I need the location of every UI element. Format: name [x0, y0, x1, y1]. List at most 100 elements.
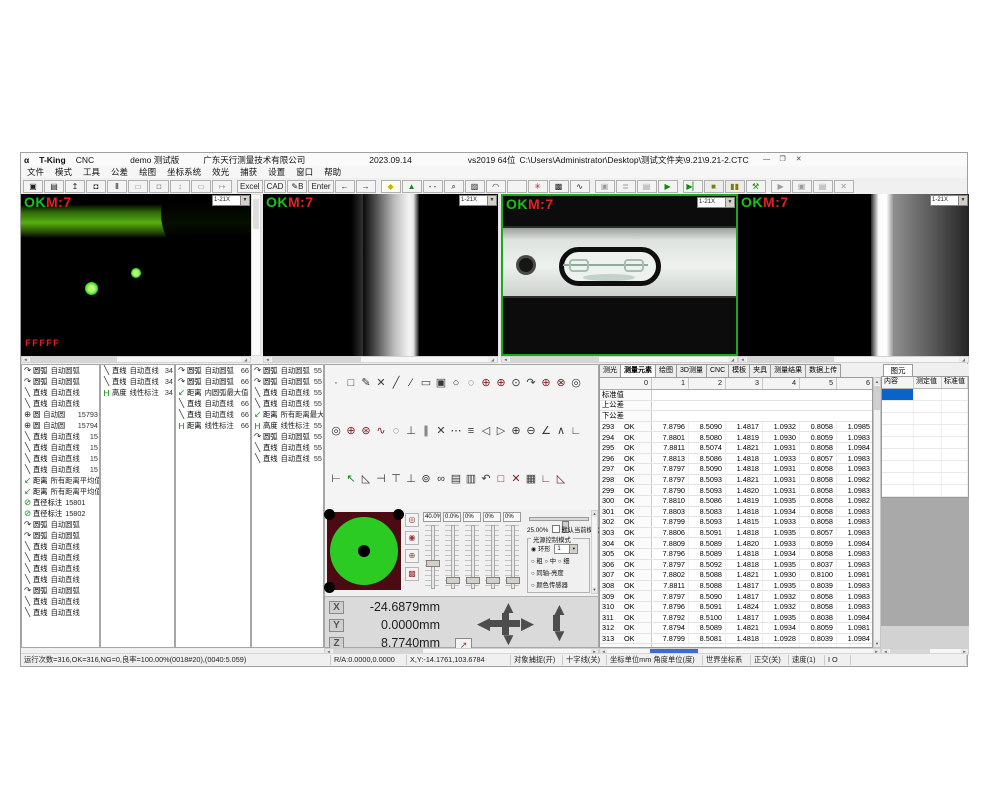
scroll-thumb[interactable] — [874, 386, 880, 410]
toolbar-button-0-6[interactable]: ◘ — [149, 180, 169, 193]
toolbar-button-2-8[interactable]: ▩ — [549, 180, 569, 193]
feature-row[interactable]: ╲直线自动直线55 — [252, 387, 323, 398]
palette-tool-icon[interactable]: ⊕ — [480, 377, 492, 390]
radio-icon[interactable]: ○ — [531, 571, 535, 577]
options-scrollbar[interactable]: ▲▼ — [591, 510, 598, 594]
palette-tool-icon[interactable]: ▥ — [465, 473, 477, 486]
menu-item-7[interactable]: 捕获 — [240, 166, 257, 178]
feature-row[interactable]: ╲直线自动直线34 — [101, 365, 174, 376]
feature-row[interactable]: ╲直线自动直线55 — [252, 453, 323, 464]
table-row[interactable]: 304OK7.88098.50891.48201.09330.80591.098… — [600, 538, 872, 549]
radio-icon[interactable]: ○ — [558, 559, 562, 565]
element-cell[interactable] — [942, 449, 968, 460]
feature-row[interactable]: ↙距离内圆弧最大值 — [176, 387, 250, 398]
palette-tool-icon[interactable]: ∕ — [405, 377, 417, 390]
feature-row[interactable]: ╲直线自动直线 — [22, 574, 99, 585]
tab-6[interactable]: 夹具 — [749, 364, 771, 377]
element-row[interactable] — [882, 473, 968, 485]
radio-icon[interactable]: ○ — [531, 583, 535, 589]
feature-row[interactable]: ↷圆弧自动圆弧 — [22, 376, 99, 387]
menu-item-6[interactable]: 效光 — [212, 166, 229, 178]
column-header[interactable]: 1 — [652, 378, 689, 389]
palette-tool-icon[interactable]: ↷ — [525, 377, 537, 390]
element-cell[interactable] — [882, 413, 914, 424]
feature-row[interactable]: ╲直线自动直线 — [22, 541, 99, 552]
palette-tool-icon[interactable]: ⋯ — [450, 425, 462, 438]
camera-scrollbar-4[interactable]: ◄◢ — [738, 356, 969, 363]
element-row[interactable] — [882, 485, 968, 497]
column-header[interactable]: 5 — [800, 378, 837, 389]
element-table[interactable]: 内容测定值标准值 — [881, 376, 969, 498]
feature-list-4[interactable]: ↷圆弧自动圆弧55↷圆弧自动圆弧55╲直线自动直线55╲直线自动直线55↙距离所… — [251, 364, 324, 648]
element-cell[interactable] — [882, 437, 914, 448]
slider-thumb[interactable] — [466, 577, 480, 584]
column-header[interactable]: 3 — [726, 378, 763, 389]
toolbar-button-2-4[interactable]: ▨ — [465, 180, 485, 193]
palette-tool-icon[interactable]: ∠ — [540, 425, 552, 438]
palette-tool-icon[interactable]: ▦ — [525, 473, 537, 486]
element-cell[interactable] — [942, 473, 968, 484]
scroll-thumb[interactable] — [272, 357, 361, 362]
element-cell[interactable] — [882, 401, 914, 412]
feature-row[interactable]: H距离线性标注66 — [176, 420, 250, 431]
slider-track[interactable] — [431, 525, 435, 589]
menu-item-4[interactable]: 绘图 — [139, 166, 156, 178]
table-row[interactable]: 305OK7.87968.50891.48181.09340.80581.098… — [600, 549, 872, 560]
toolbar-button-0-9[interactable]: ↦ — [212, 180, 232, 193]
lens-select-dropdown[interactable]: 1-21X▼ — [459, 195, 497, 206]
toolbar-button-3-2[interactable]: ▤ — [637, 180, 657, 193]
palette-tool-icon[interactable]: ∟ — [540, 473, 552, 486]
tolerance-row[interactable]: 上公差 — [600, 401, 872, 412]
tab-element[interactable]: 图元 — [883, 364, 913, 376]
toolbar-button-4-0[interactable]: ▶▏ — [683, 180, 703, 193]
scroll-thumb[interactable] — [253, 199, 259, 229]
feature-row[interactable]: ╲直线自动直线55 — [252, 442, 323, 453]
feature-row[interactable]: ↷圆弧自动圆弧 — [22, 530, 99, 541]
toolbar-button-5-0[interactable]: ▶ — [771, 180, 791, 193]
table-row[interactable]: 300OK7.88108.50861.48191.09350.80581.098… — [600, 496, 872, 507]
feature-row[interactable]: ╲直线自动直线55 — [252, 398, 323, 409]
feature-row[interactable]: ↷圆弧自动圆弧55 — [252, 365, 323, 376]
palette-tool-icon[interactable]: ▭ — [420, 377, 432, 390]
toolbar-button-2-5[interactable]: ◠ — [486, 180, 506, 193]
palette-tool-icon[interactable]: ⊣ — [375, 473, 387, 486]
palette-tool-icon[interactable]: ⊢ — [330, 473, 342, 486]
table-row[interactable]: 297OK7.87978.50901.48181.09310.80581.098… — [600, 464, 872, 475]
toolbar-button-5-1[interactable]: ▣ — [792, 180, 812, 193]
ring-count-combo[interactable]: 1▼ — [554, 544, 578, 554]
lens-select-dropdown[interactable]: 1-21X▼ — [212, 195, 250, 206]
toolbar-button-4-1[interactable]: ■ — [704, 180, 724, 193]
light-slider-4[interactable]: 0% — [503, 512, 521, 592]
feature-row[interactable]: ⊘直径标注15801 — [22, 497, 99, 508]
element-cell[interactable] — [942, 437, 968, 448]
palette-tool-icon[interactable]: ◎ — [330, 425, 342, 438]
element-row[interactable] — [882, 389, 968, 401]
menu-item-9[interactable]: 窗口 — [296, 166, 313, 178]
table-row[interactable]: 293OK7.87968.50901.48171.09320.80581.098… — [600, 422, 872, 433]
scroll-down-arrow[interactable]: ▼ — [592, 587, 597, 593]
palette-tool-icon[interactable]: ⊕ — [510, 425, 522, 438]
feature-row[interactable]: ╲直线自动直线66 — [176, 409, 250, 420]
table-row[interactable]: 296OK7.88138.50861.48181.09330.80571.098… — [600, 454, 872, 465]
table-row[interactable]: 306OK7.87978.50921.48181.09350.80371.098… — [600, 560, 872, 571]
feature-row[interactable]: ⊘直径标注15802 — [22, 508, 99, 519]
scroll-up-arrow[interactable]: ▲ — [874, 378, 880, 385]
tab-0[interactable]: 测光 — [599, 364, 621, 377]
element-row[interactable] — [882, 449, 968, 461]
tab-5[interactable]: 模板 — [728, 364, 750, 377]
palette-tool-icon[interactable]: ◎ — [570, 377, 582, 390]
element-row[interactable] — [882, 425, 968, 437]
table-row[interactable]: 303OK7.88068.50911.48181.09350.80571.098… — [600, 528, 872, 539]
feature-row[interactable]: ╲直线自动直线66 — [176, 398, 250, 409]
element-row[interactable] — [882, 437, 968, 449]
scroll-left-arrow[interactable]: ◄ — [502, 357, 509, 362]
palette-tool-icon[interactable]: ∞ — [435, 473, 447, 486]
feature-row[interactable]: ╲直线自动直线 — [22, 552, 99, 563]
slider-thumb[interactable] — [506, 577, 520, 584]
camera-view-1[interactable]: OKM:7 FFFFF 1-21X▼ — [21, 194, 251, 356]
palette-tool-icon[interactable]: ✕ — [510, 473, 522, 486]
jog-down-arrow[interactable]: ▼ — [500, 631, 517, 648]
element-cell[interactable] — [882, 425, 914, 436]
feature-row[interactable]: ↷圆弧自动圆弧 — [22, 365, 99, 376]
element-cell[interactable] — [914, 473, 942, 484]
